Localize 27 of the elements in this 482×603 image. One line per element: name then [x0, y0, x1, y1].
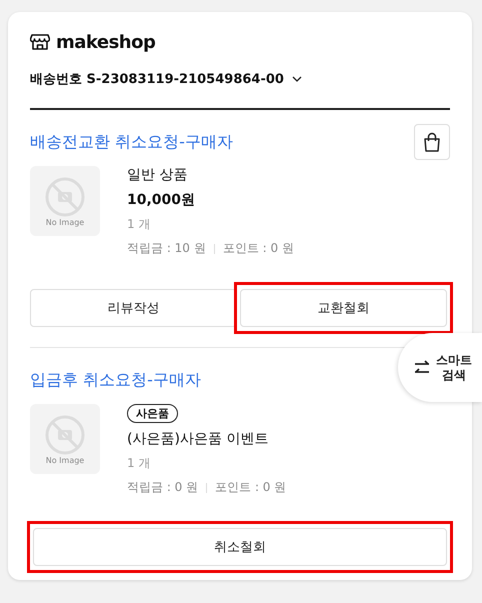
no-camera-icon: [44, 414, 86, 456]
store-icon: [30, 34, 50, 50]
product-name: (사은품)사은품 이벤트: [127, 430, 268, 448]
gift-badge: 사은품: [127, 404, 178, 423]
points-amount: 포인트 : 0 원: [222, 240, 294, 257]
order-status-title: 배송전교환 취소요청-구매자: [30, 132, 233, 152]
no-camera-icon: [44, 176, 86, 218]
action-button[interactable]: 교환철회: [240, 289, 447, 327]
bag-icon: [423, 132, 441, 152]
brand-name: makeshop: [56, 32, 156, 52]
product-name: 일반 상품: [127, 166, 188, 184]
action-button[interactable]: 리뷰작성: [30, 289, 237, 327]
action-button[interactable]: 취소철회: [33, 528, 447, 566]
shipment-number[interactable]: 배송번호 S-23083119-210549864-00: [30, 70, 284, 88]
product-quantity: 1 개: [127, 455, 150, 472]
smart-search-button[interactable]: 스마트 검색: [398, 333, 482, 402]
bag-button[interactable]: [414, 124, 450, 160]
product-quantity: 1 개: [127, 216, 150, 233]
no-image-label: No Image: [46, 456, 84, 464]
swap-arrows-icon: [414, 360, 430, 376]
product-price: 10,000원: [127, 191, 196, 209]
chevron-down-icon[interactable]: [292, 76, 302, 82]
reserve-amount: 적립금 : 0 원: [127, 479, 198, 496]
points-amount: 포인트 : 0 원: [215, 479, 286, 496]
reserve-amount: 적립금 : 10 원: [127, 240, 206, 257]
no-image-label: No Image: [46, 218, 84, 226]
order-status-title: 입금후 취소요청-구매자: [30, 370, 201, 390]
